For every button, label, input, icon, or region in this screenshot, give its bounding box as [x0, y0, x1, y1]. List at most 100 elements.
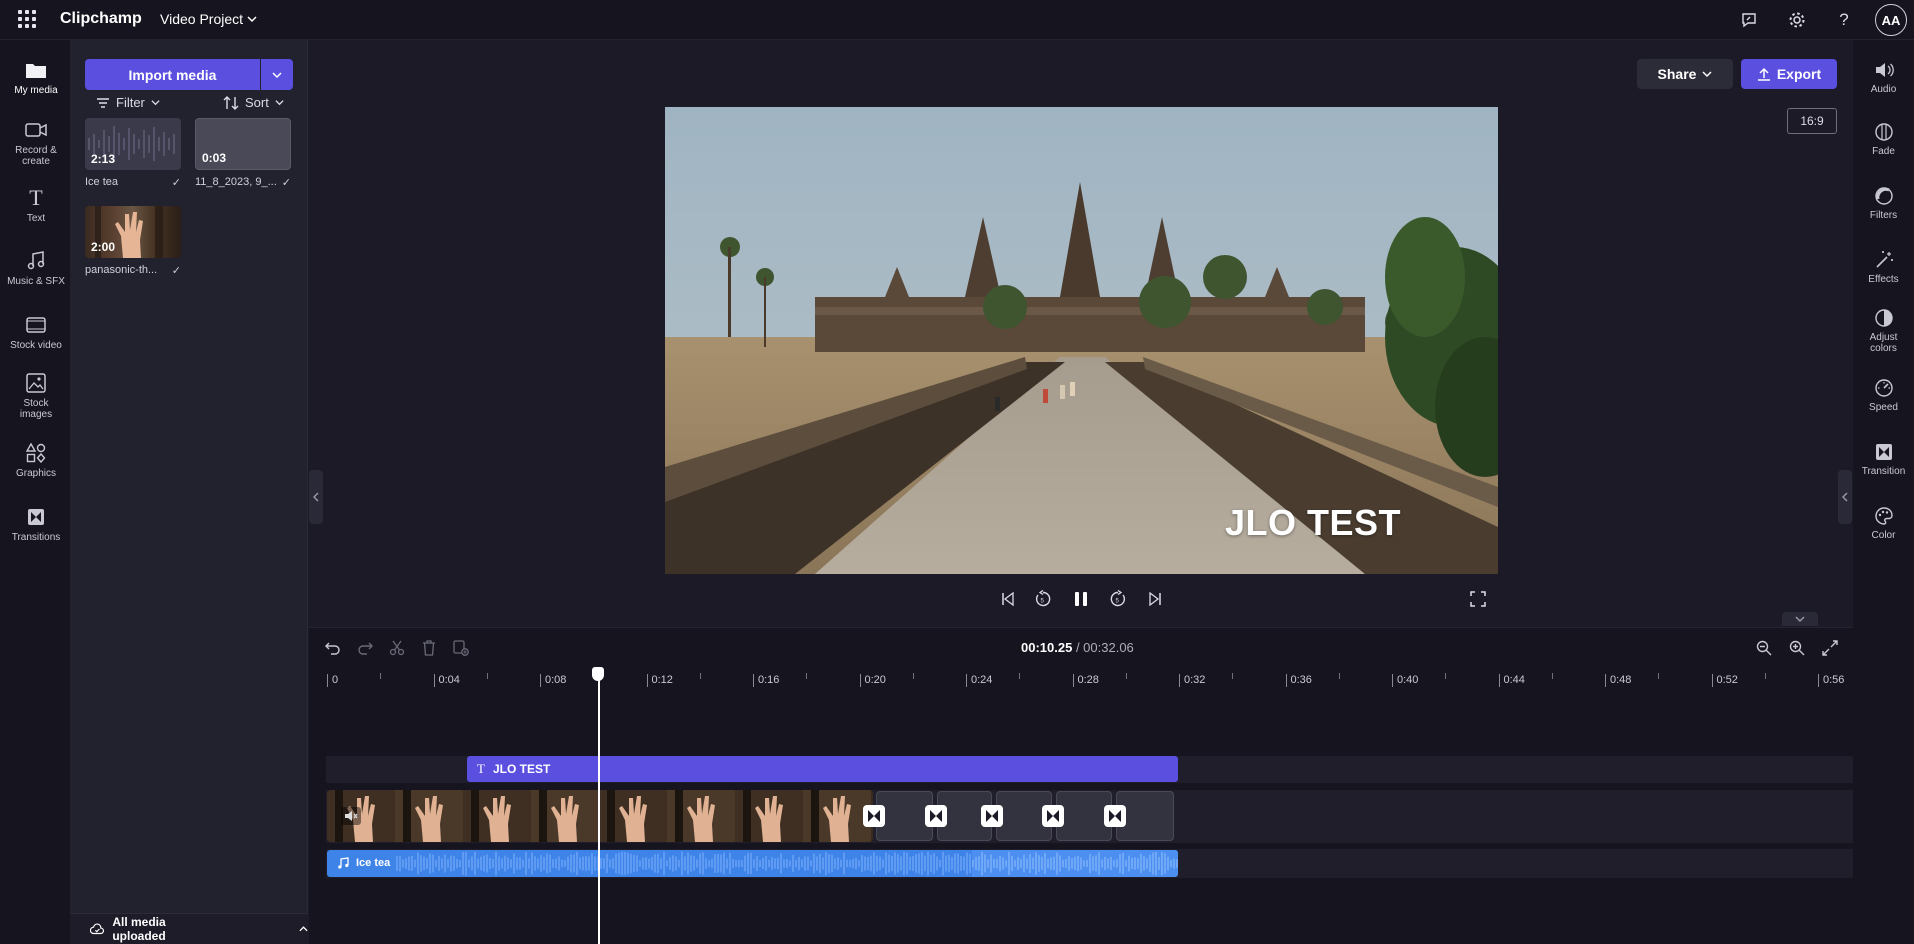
sidebar-item-text[interactable]: T Text: [0, 185, 72, 224]
sidebar-item-stock-video[interactable]: Stock video: [0, 313, 72, 351]
palette-icon: [1874, 507, 1893, 525]
muted-speaker-icon[interactable]: [341, 807, 361, 825]
audio-clip-label: Ice tea: [356, 857, 391, 869]
aspect-ratio-button[interactable]: 16:9: [1787, 108, 1837, 134]
share-button[interactable]: Share: [1637, 59, 1733, 89]
property-label: Speed: [1869, 402, 1898, 413]
transition-icon[interactable]: [1042, 805, 1064, 827]
rewind-5s-icon[interactable]: 5: [1031, 587, 1055, 611]
import-options-dropdown[interactable]: [261, 59, 293, 90]
sidebar-item-music-sfx[interactable]: Music & SFX: [0, 249, 72, 287]
transition-icon[interactable]: [863, 805, 885, 827]
chevron-down-icon: [275, 100, 284, 106]
property-adjust-colors[interactable]: Adjust colors: [1853, 306, 1914, 354]
redo-icon[interactable]: [354, 637, 376, 659]
fullscreen-icon[interactable]: [1466, 587, 1490, 611]
text-clip-icon: T: [477, 761, 485, 776]
sort-label: Sort: [245, 95, 269, 110]
video-preview[interactable]: JLO TEST: [665, 107, 1498, 574]
undo-icon[interactable]: [322, 637, 344, 659]
upload-status-bar[interactable]: All media uploaded: [70, 913, 308, 944]
playhead[interactable]: [598, 673, 600, 944]
ruler-tick-label: 0:24: [966, 674, 992, 687]
sidebar-item-graphics[interactable]: Graphics: [0, 441, 72, 479]
app-launcher-icon[interactable]: [18, 10, 36, 28]
sidebar-item-stock-images[interactable]: Stock images: [0, 371, 72, 420]
collapse-right-panel-handle[interactable]: [1838, 470, 1852, 524]
left-sidebar: [0, 40, 70, 944]
music-note-icon: [338, 857, 349, 869]
ruler-tick-label: 0:56: [1818, 674, 1844, 687]
forward-5s-icon[interactable]: 5: [1106, 587, 1130, 611]
folder-icon: [26, 64, 46, 78]
settings-gear-icon[interactable]: [1785, 8, 1809, 32]
feedback-icon[interactable]: [1737, 8, 1761, 32]
transition-icon[interactable]: [1104, 805, 1126, 827]
fade-icon: [1874, 123, 1893, 141]
text-icon: T: [29, 185, 43, 210]
ruler-minor-tick: [1125, 673, 1127, 679]
svg-text:5: 5: [1116, 599, 1120, 605]
text-clip[interactable]: T JLO TEST: [467, 756, 1178, 782]
speaker-icon: [1875, 63, 1894, 77]
media-duration: 2:00: [91, 240, 116, 254]
media-item-audio-thumb[interactable]: 2:13: [85, 118, 181, 170]
property-audio[interactable]: Audio: [1853, 58, 1914, 95]
ruler-tick-label: 0:20: [859, 674, 886, 687]
media-duration: 2:13: [91, 152, 116, 166]
property-color[interactable]: Color: [1853, 504, 1914, 541]
pause-icon[interactable]: [1069, 587, 1093, 611]
ruler-minor-tick: [1658, 673, 1660, 679]
media-item-label: Ice tea ✓: [85, 176, 181, 189]
media-item-video-thumb[interactable]: 0:03: [195, 118, 291, 170]
ruler-minor-tick: [806, 673, 808, 679]
fit-timeline-icon[interactable]: [1819, 637, 1841, 659]
sidebar-item-transitions[interactable]: Transitions: [0, 505, 72, 543]
ruler-tick-label: 0:04: [433, 674, 460, 687]
property-label: Transition: [1861, 466, 1906, 477]
project-title: Video Project: [160, 11, 244, 27]
property-speed[interactable]: Speed: [1853, 376, 1914, 413]
property-fade[interactable]: Fade: [1853, 120, 1914, 157]
ruler-tick-label: 0: [327, 674, 338, 687]
split-scissors-icon[interactable]: [386, 637, 408, 659]
property-filters[interactable]: Filters: [1853, 184, 1914, 221]
ruler-minor-tick: [1445, 673, 1447, 679]
ruler-minor-tick: [1764, 673, 1766, 679]
collapse-timeline-handle[interactable]: [1782, 612, 1818, 626]
sidebar-item-label: Transitions: [11, 532, 61, 543]
film-icon: [26, 317, 46, 333]
project-title-dropdown[interactable]: Video Project: [160, 11, 257, 27]
skip-to-end-icon[interactable]: [1143, 587, 1167, 611]
sort-button[interactable]: Sort: [223, 95, 284, 110]
shapes-icon: [26, 443, 46, 463]
delete-trash-icon[interactable]: [418, 637, 440, 659]
sidebar-item-record-create[interactable]: Record & create: [0, 118, 72, 167]
property-transition[interactable]: Transition: [1853, 440, 1914, 477]
import-media-button[interactable]: Import media: [85, 59, 260, 90]
top-bar: [0, 0, 1914, 40]
chevron-down-icon: [1702, 71, 1712, 78]
collapse-left-panel-handle[interactable]: [309, 470, 323, 524]
zoom-in-icon[interactable]: [1786, 637, 1808, 659]
export-button[interactable]: Export: [1741, 59, 1837, 89]
transition-icon[interactable]: [925, 805, 947, 827]
skip-to-start-icon[interactable]: [996, 587, 1020, 611]
playhead-handle[interactable]: [592, 667, 604, 681]
ruler-tick-label: 0:08: [540, 674, 566, 687]
ruler-minor-tick: [1232, 673, 1234, 679]
check-icon: ✓: [171, 265, 181, 277]
media-item-video-thumb[interactable]: 2:00: [85, 206, 181, 258]
ruler-minor-tick: [486, 673, 488, 679]
property-effects[interactable]: Effects: [1853, 248, 1914, 285]
ruler-tick-label: 0:52: [1711, 674, 1738, 687]
user-avatar[interactable]: AA: [1875, 4, 1907, 36]
sidebar-item-my-media[interactable]: My media: [0, 58, 72, 96]
audio-clip[interactable]: Ice tea: [327, 850, 1178, 877]
filter-button[interactable]: Filter: [96, 95, 160, 110]
duplicate-icon[interactable]: [450, 637, 472, 659]
transition-icon[interactable]: [981, 805, 1003, 827]
video-clip[interactable]: [327, 790, 873, 842]
zoom-out-icon[interactable]: [1753, 637, 1775, 659]
help-icon[interactable]: ?: [1832, 8, 1856, 32]
